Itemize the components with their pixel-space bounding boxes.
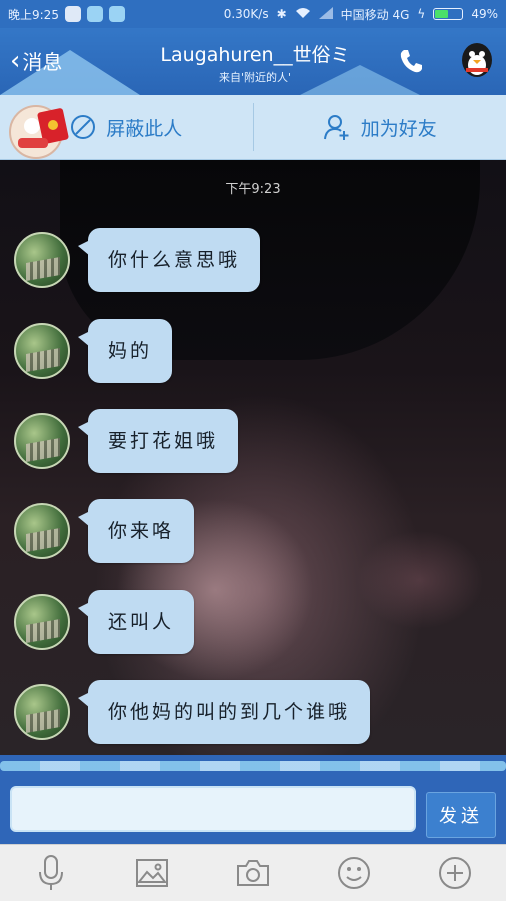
red-envelope-icon	[6, 100, 78, 162]
battery-percent: 49%	[471, 7, 498, 21]
add-user-icon	[323, 113, 351, 141]
block-user-label: 屏蔽此人	[106, 114, 182, 141]
more-button[interactable]	[435, 853, 475, 893]
message-bubble[interactable]: 你来咯	[88, 499, 194, 563]
chat-header: ‹ 消息 Laugahuren__世俗ミ 来自'附近的人'	[0, 28, 506, 95]
photo-button[interactable]	[132, 853, 172, 893]
sender-avatar[interactable]	[14, 503, 70, 559]
sender-avatar[interactable]	[14, 684, 70, 740]
title-block: Laugahuren__世俗ミ 来自'附近的人'	[140, 40, 370, 85]
message-row: 要打花姐哦	[14, 409, 238, 473]
network-speed: 0.30K/s	[224, 7, 269, 21]
message-row: 你什么意思哦	[14, 228, 260, 292]
add-friend-button[interactable]: 加为好友	[254, 95, 506, 159]
message-bubble[interactable]: 妈的	[88, 319, 172, 383]
qq-notification-icon	[87, 6, 103, 22]
image-icon	[135, 858, 169, 888]
status-time: 晚上9:25	[8, 6, 59, 23]
red-packet-badge[interactable]	[6, 100, 78, 162]
sender-avatar[interactable]	[14, 232, 70, 288]
message-bubble[interactable]: 你什么意思哦	[88, 228, 260, 292]
penguin-icon	[458, 40, 496, 80]
back-label: 消息	[22, 46, 62, 75]
message-row: 你他妈的叫的到几个谁哦	[14, 680, 370, 744]
send-button[interactable]: 发送	[426, 792, 496, 838]
camera-button[interactable]	[233, 853, 273, 893]
camera-icon	[235, 858, 271, 888]
emoji-button[interactable]	[334, 853, 374, 893]
signal-icon	[319, 7, 333, 22]
message-row: 还叫人	[14, 590, 194, 654]
message-bubble[interactable]: 还叫人	[88, 590, 194, 654]
message-row: 你来咯	[14, 499, 194, 563]
profile-button[interactable]	[458, 40, 496, 80]
browser-notification-icon	[109, 6, 125, 22]
voice-button[interactable]	[31, 853, 71, 893]
message-input[interactable]	[10, 786, 416, 832]
plus-icon	[438, 856, 472, 890]
carrier-label: 中国移动 4G	[341, 6, 410, 23]
app-notification-icon	[65, 6, 81, 22]
input-bar: 发送	[0, 780, 506, 844]
chat-toolbar	[0, 844, 506, 901]
chevron-left-icon: ‹	[10, 48, 20, 74]
charging-icon: ϟ	[417, 7, 425, 21]
contact-name: Laugahuren__世俗ミ	[140, 40, 370, 67]
message-row: 妈的	[14, 319, 172, 383]
message-timestamp: 下午9:23	[0, 178, 506, 197]
back-button[interactable]: ‹ 消息	[10, 46, 62, 75]
battery-icon	[433, 8, 463, 20]
message-bubble[interactable]: 要打花姐哦	[88, 409, 238, 473]
bluetooth-icon: ✱	[277, 7, 287, 21]
status-bar: 晚上9:25 0.30K/s ✱ 中国移动 4G ϟ 49%	[0, 0, 506, 28]
chat-area[interactable]: 下午9:23 你什么意思哦 妈的 要打花姐哦 你来咯 还叫人 你他妈的叫的到几个…	[0, 160, 506, 760]
contact-source: 来自'附近的人'	[140, 69, 370, 85]
add-friend-label: 加为好友	[361, 114, 437, 141]
microphone-icon	[36, 854, 66, 892]
sender-avatar[interactable]	[14, 323, 70, 379]
message-bubble[interactable]: 你他妈的叫的到几个谁哦	[88, 680, 370, 744]
sender-avatar[interactable]	[14, 594, 70, 650]
wifi-icon	[295, 7, 311, 22]
emoji-icon	[337, 856, 371, 890]
phone-icon	[396, 46, 426, 76]
sender-avatar[interactable]	[14, 413, 70, 469]
phone-call-button[interactable]	[396, 46, 426, 76]
